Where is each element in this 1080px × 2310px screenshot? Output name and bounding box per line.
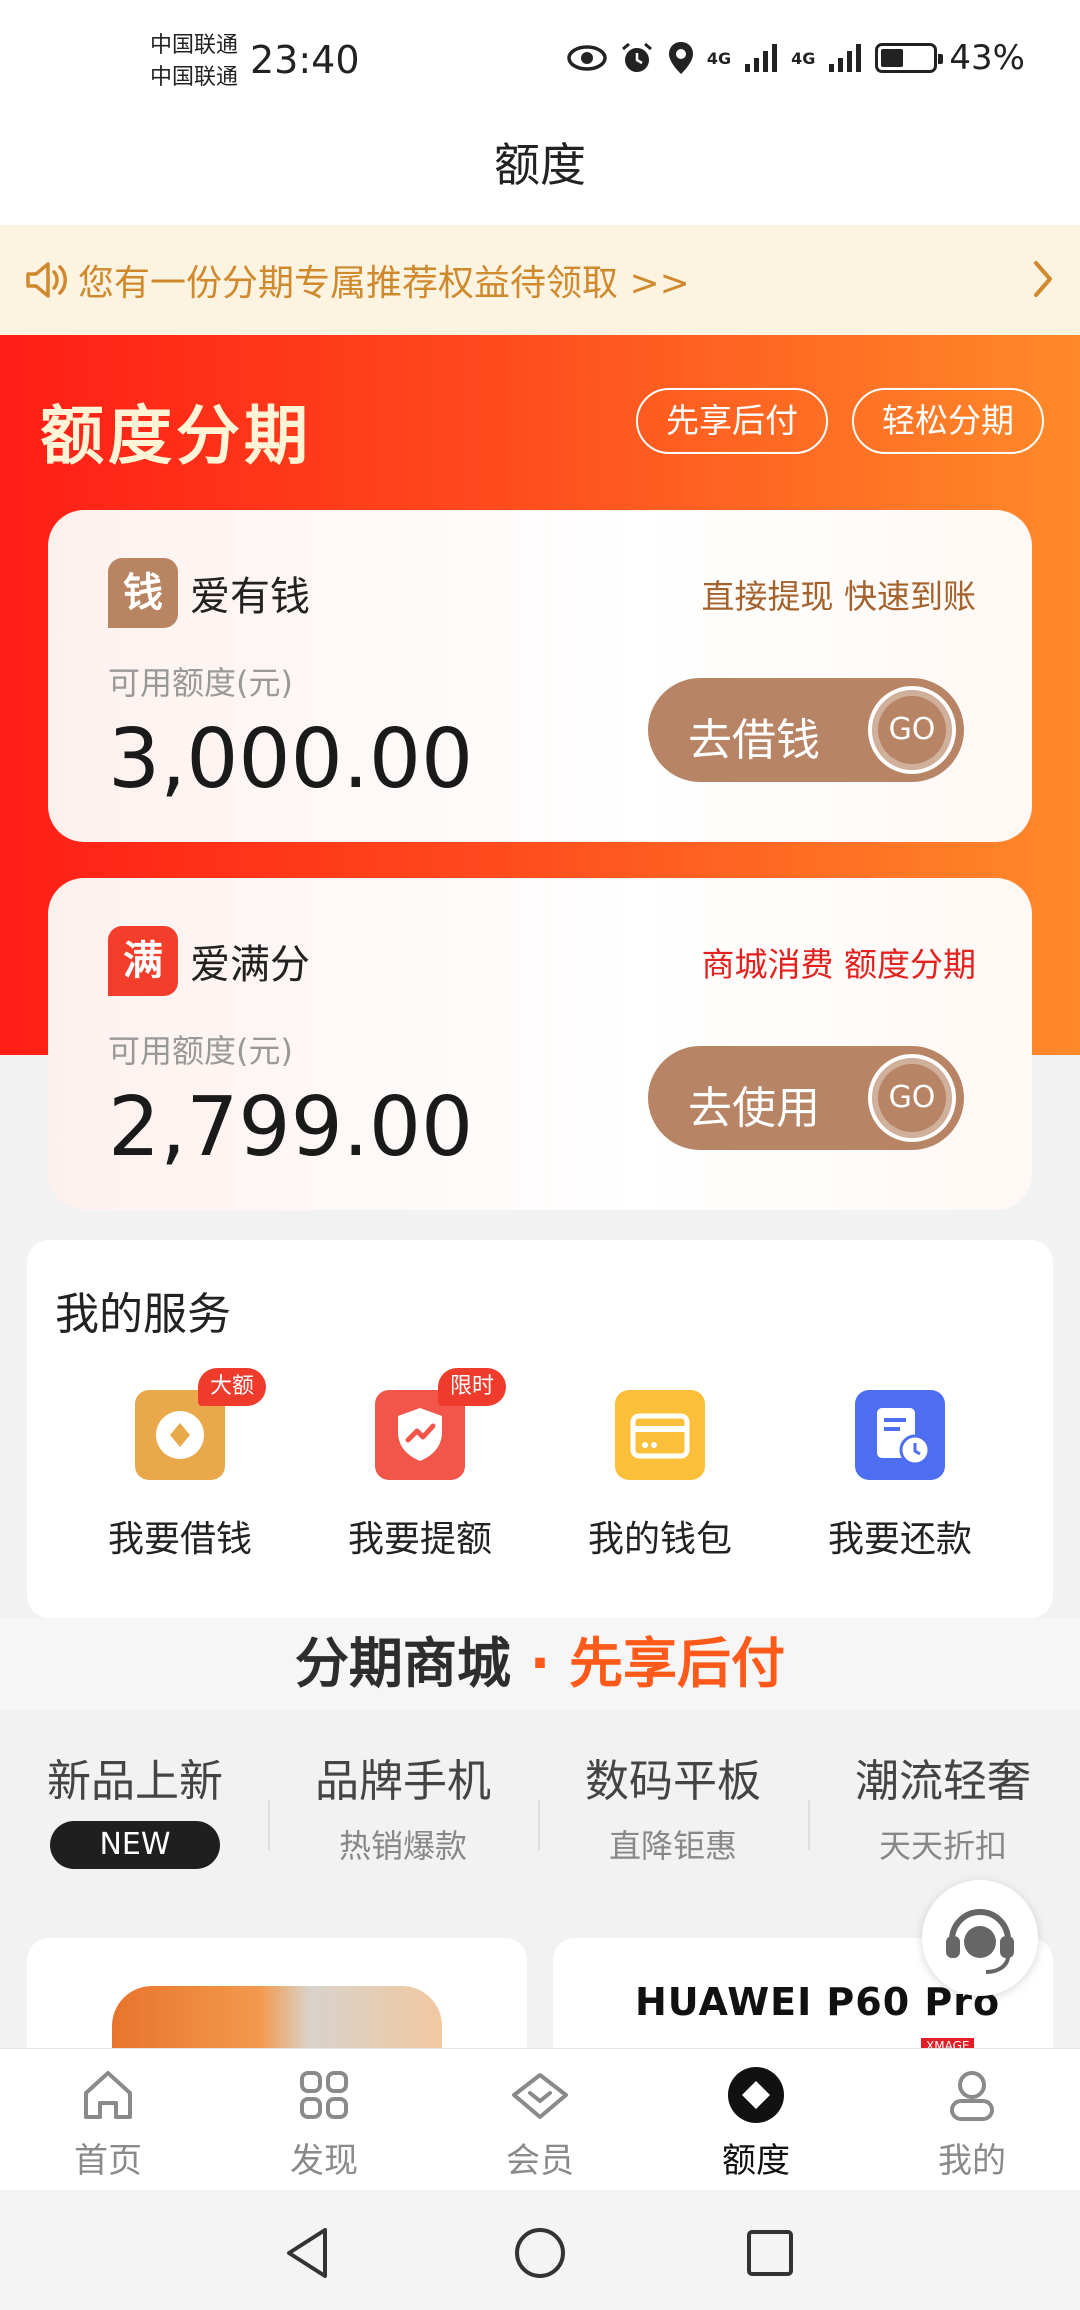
borrow-button-label: 去借钱 [688,715,820,766]
battery-percent: 43% [949,38,1025,78]
borrow-button[interactable]: 去借钱 GO [648,678,964,782]
tab-subtitle: 热销爆款 [338,1827,467,1865]
network-1: 4G [706,48,732,68]
tab-divider [808,1800,810,1850]
service-badge: 大额 [198,1368,267,1406]
signal-icon [745,44,778,72]
available-limit-label: 可用额度(元) [108,664,293,702]
tab-divider [538,1800,540,1850]
system-navigation [0,2190,1080,2310]
tab-divider [268,1800,270,1850]
service-wallet[interactable]: 我的钱包 [560,1390,760,1590]
tab-subtitle: 直降钜惠 [608,1827,737,1865]
service-label: 我要借钱 [107,1519,252,1560]
use-button-label: 去使用 [688,1083,820,1134]
battery-icon [875,43,944,73]
service-raise-limit[interactable]: 限时 我要提额 [320,1368,520,1590]
nav-label: 我的 [938,2141,1006,2181]
alarm-icon [621,42,652,72]
home-icon [84,2071,132,2119]
signal-icon-2 [829,44,862,72]
tab-title: 数码平板 [585,1756,761,1807]
back-icon[interactable] [275,2218,345,2288]
carrier-info: 中国联通 中国联通 [150,30,238,94]
speaker-icon [26,262,67,298]
go-icon: GO [868,1054,956,1142]
nav-label: 发现 [290,2141,358,2181]
carrier-1: 中国联通 [150,33,239,58]
nav-label: 额度 [722,2141,790,2181]
go-icon: GO [868,686,956,774]
pill-easy-installment[interactable]: 轻松分期 [852,388,1044,454]
headset-icon [946,1909,1014,1974]
status-icons: 4G 4G 43% [567,38,1025,78]
services-title: 我的服务 [55,1289,231,1340]
bottom-navigation: 首页 发现 会员 额度 我的 [0,2048,1080,2190]
pill-pay-later[interactable]: 先享后付 [636,388,828,454]
diamond-icon [512,2073,568,2119]
product-tagline: 商城消费 额度分期 [701,945,977,984]
service-repay[interactable]: 我要还款 [800,1390,1000,1590]
location-icon [668,42,693,74]
nav-label: 首页 [74,2141,142,2181]
grid-icon [300,2071,348,2119]
available-limit-amount: 2,799.00 [108,1080,474,1175]
nav-discover[interactable]: 发现 [216,2063,432,2183]
tab-brand-phones[interactable]: 品牌手机 热销爆款 [268,1745,538,1867]
product-tagline: 直接提现 快速到账 [701,577,977,616]
status-bar: 中国联通 中国联通 23:40 4G 4G 43% [0,0,1080,125]
carrier-2: 中国联通 [150,65,239,90]
chevron-right-icon [1034,261,1052,297]
tab-new-arrivals[interactable]: 新品上新 NEW [0,1745,270,1869]
network-2: 4G [791,48,816,68]
service-label: 我要提额 [347,1519,492,1560]
notice-bar[interactable]: 您有一份分期专属推荐权益待领取 >> [0,225,1080,335]
user-icon [950,2071,994,2121]
quota-icon [728,2067,784,2123]
tab-title: 潮流轻奢 [855,1756,1031,1807]
tab-title: 新品上新 [47,1756,223,1807]
nav-quota[interactable]: 额度 [648,2063,864,2183]
available-limit-label: 可用额度(元) [108,1032,293,1070]
mall-banner-title: 分期商城 [294,1632,511,1695]
use-button[interactable]: 去使用 GO [648,1046,964,1150]
service-borrow[interactable]: 大额 我要借钱 [80,1368,280,1590]
eye-icon [567,45,607,71]
my-services-panel: 我的服务 大额 我要借钱 限时 我要提额 我的钱包 我要还款 [27,1240,1053,1618]
available-limit-amount: 3,000.00 [108,712,474,807]
service-label: 我要还款 [827,1519,972,1560]
tab-luxury[interactable]: 潮流轻奢 天天折扣 [808,1745,1078,1867]
product-name: 爱有钱 [190,574,310,620]
installment-mall-banner: 分期商城 · 先享后付 [0,1618,1080,1710]
nav-home[interactable]: 首页 [0,2063,216,2183]
nav-member[interactable]: 会员 [432,2063,648,2183]
wallet-icon [615,1390,705,1480]
page-title: 额度 [0,125,1080,225]
nav-mine[interactable]: 我的 [864,2063,1080,2183]
home-circle-icon[interactable] [505,2218,575,2288]
credit-card-aiyouqian[interactable]: 钱 爱有钱 直接提现 快速到账 可用额度(元) 3,000.00 去借钱 GO [48,510,1032,842]
credit-card-aimanfen[interactable]: 满 爱满分 商城消费 额度分期 可用额度(元) 2,799.00 去使用 GO [48,878,1032,1210]
hero-title: 额度分期 [40,400,312,474]
mall-banner-subtitle: · 先享后付 [529,1632,786,1695]
service-badge: 限时 [438,1368,507,1406]
bill-clock-icon [855,1390,945,1480]
recent-apps-icon[interactable] [735,2218,805,2288]
service-label: 我的钱包 [587,1519,732,1560]
new-badge: NEW [50,1821,220,1869]
nav-label: 会员 [506,2141,574,2181]
tab-title: 品牌手机 [315,1756,491,1807]
tab-digital-tablets[interactable]: 数码平板 直降钜惠 [538,1745,808,1867]
aiyouqian-logo: 钱 [108,558,178,628]
tab-subtitle: 天天折扣 [878,1827,1007,1865]
aimanfen-logo: 满 [108,926,178,996]
customer-service-button[interactable] [922,1880,1038,1996]
clock: 23:40 [250,38,360,82]
notice-text: 您有一份分期专属推荐权益待领取 >> [78,263,690,304]
product-name: 爱满分 [190,942,310,988]
category-tabs: 新品上新 NEW 品牌手机 热销爆款 数码平板 直降钜惠 潮流轻奢 天天折扣 [0,1745,1080,1895]
